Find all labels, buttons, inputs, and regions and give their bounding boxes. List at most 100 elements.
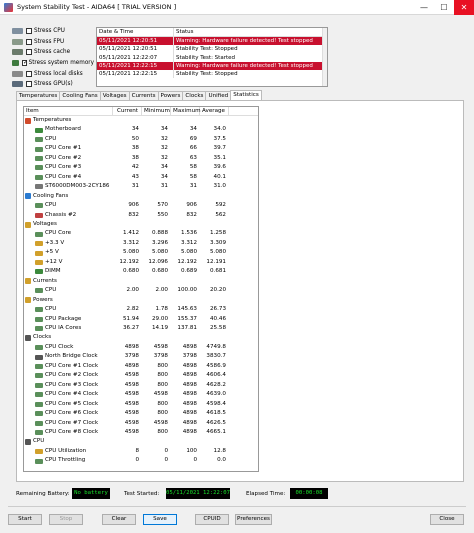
event-log-scrollbar[interactable] [322,28,327,86]
table-row[interactable]: +3.3 V 3.312 3.296 3.312 3.309 [24,239,258,248]
table-row[interactable]: CPU Core #2 38 32 63 35.1 [24,154,258,163]
column-item[interactable]: Item [24,107,113,115]
table-row[interactable]: CPU Core #4 43 34 58 40.1 [24,173,258,182]
table-row[interactable]: CPU Utilization 8 0 100 12.8 [24,447,258,456]
preferences-button[interactable]: Preferences [235,514,272,525]
start-button[interactable]: Start [8,514,42,525]
group-row[interactable]: Currents [24,277,258,286]
table-row[interactable]: DIMM 0.680 0.680 0.689 0.681 [24,267,258,276]
stat-value: 40.46 [209,315,226,322]
stress-option-checkbox[interactable] [22,59,28,67]
cpuid-button[interactable]: CPUID [195,514,229,525]
tab-clocks[interactable]: Clocks [182,91,207,100]
column-average[interactable]: Average [200,107,229,115]
stress-option-checkbox[interactable] [26,70,32,77]
tab-voltages[interactable]: Voltages [99,91,130,100]
motherboard-icon [35,127,43,133]
group-row[interactable]: Powers [24,296,258,305]
group-row[interactable]: Temperatures [24,116,258,125]
event-log-row[interactable]: 05/11/2021 12:20:51 Stability Test: Stopp… [97,45,327,54]
event-log-row[interactable]: 05/11/2021 12:22:15 Warning: Hardware fai… [97,61,327,71]
column-maximum[interactable]: Maximum [171,107,201,115]
table-row[interactable]: CPU Core #4 Clock 4598 4598 4898 4639.0 [24,390,258,399]
clock-icon [25,335,31,342]
table-row[interactable]: CPU Core #2 Clock 4598 800 4898 4606.4 [24,371,258,380]
cpu-core-icon [35,382,43,388]
tab-cooling-fans[interactable]: Cooling Fans [59,91,101,100]
stat-value: 4898 [182,419,197,426]
stat-value: 4639.0 [206,391,226,398]
save-button[interactable]: Save [143,514,177,525]
stat-value: 4898 [124,343,139,350]
voltage-icon [35,260,43,266]
group-row[interactable]: Clocks [24,333,258,342]
stress-option[interactable]: Stress local disks [12,68,94,79]
maximize-button[interactable]: ☐ [434,0,454,15]
tab-statistics[interactable]: Statistics [230,90,262,100]
table-row[interactable]: Motherboard 34 34 34 34.0 [24,125,258,134]
item-name: CPU Core #5 Clock [45,400,99,407]
close-button[interactable]: Close [430,514,464,525]
column-date-time[interactable]: Date & Time [97,28,174,36]
table-row[interactable]: CPU 906 570 906 592 [24,201,258,210]
table-row[interactable]: CPU Core #3 42 34 58 39.6 [24,163,258,172]
item-name: CPU Core #7 Clock [45,419,99,426]
event-log-row[interactable]: 05/11/2021 12:22:15 Stability Test: Stopp… [97,70,327,79]
table-row[interactable]: +12 V 12.192 12.096 12.192 12.191 [24,258,258,267]
tab-currents[interactable]: Currents [128,91,159,100]
column-minimum[interactable]: Minimum [142,107,171,115]
table-row[interactable]: CPU Core #7 Clock 4598 4598 4898 4626.5 [24,419,258,428]
table-row[interactable]: CPU Throttling 0 0 0 0.0 [24,456,258,465]
table-row[interactable]: CPU Core #1 Clock 4898 800 4898 4586.9 [24,362,258,371]
tab-temperatures[interactable]: Temperatures [16,91,61,100]
table-row[interactable]: CPU Core #8 Clock 4598 800 4898 4665.1 [24,428,258,437]
table-row[interactable]: CPU Core #6 Clock 4598 800 4898 4618.5 [24,409,258,418]
stress-option-checkbox[interactable] [26,81,32,88]
stress-option[interactable]: Stress CPU [12,26,94,37]
table-row[interactable]: CPU 50 32 69 37.5 [24,135,258,144]
stress-option-checkbox[interactable] [26,28,32,35]
tab-powers[interactable]: Powers [157,91,184,100]
column-current[interactable]: Current [113,107,142,115]
table-row[interactable]: CPU 2.82 1.78 145.63 26.73 [24,305,258,314]
tab-unified[interactable]: Unified [205,91,232,100]
table-row[interactable]: CPU IA Cores 36.27 14.19 137.81 25.58 [24,324,258,333]
group-row[interactable]: Voltages [24,220,258,229]
table-row[interactable]: CPU 2.00 2.00 100.00 20.20 [24,286,258,295]
stress-option-checkbox[interactable] [26,38,32,45]
group-row[interactable]: Cooling Fans [24,192,258,201]
table-row[interactable]: CPU Core 1.412 0.888 1.536 1.258 [24,229,258,238]
stat-value: 5.080 [151,249,168,256]
table-row[interactable]: CPU Core #1 38 32 66 39.7 [24,144,258,153]
stress-option[interactable]: Stress system memory [12,58,94,69]
stress-option[interactable]: Stress cache [12,47,94,58]
minimize-button[interactable]: — [414,0,434,15]
event-log-row[interactable]: 05/11/2021 12:20:51 Warning: Hardware fai… [97,37,327,46]
stress-option-label: Stress GPU(s) [34,81,73,88]
table-row[interactable]: ST6000DM003-2CY186 31 31 31 31.0 [24,182,258,191]
stat-value: 2.00 [155,287,168,294]
stat-value: 58 [189,173,197,180]
table-row[interactable]: +5 V 5.080 5.080 5.080 5.080 [24,248,258,257]
table-row[interactable]: North Bridge Clock 3798 3798 3798 3830.7 [24,352,258,361]
table-row[interactable]: Chassis #2 832 550 832 562 [24,211,258,220]
stat-value: 4749.8 [206,343,226,350]
table-row[interactable]: CPU Package 51.94 29.00 155.37 40.46 [24,315,258,324]
table-row[interactable]: CPU Core #5 Clock 4598 800 4898 4598.4 [24,400,258,409]
table-row[interactable]: CPU Clock 4898 4598 4898 4749.8 [24,343,258,352]
stop-button[interactable]: Stop [49,514,83,525]
stat-value: 1.536 [180,230,197,237]
close-window-button[interactable]: ✕ [454,0,474,15]
clear-button[interactable]: Clear [102,514,136,525]
event-log-row[interactable]: 05/11/2021 12:22:07 Stability Test: Start… [97,53,327,62]
stat-value: 12.192 [119,258,139,265]
stress-option[interactable]: Stress FPU [12,37,94,48]
stress-option-checkbox[interactable] [26,49,32,56]
group-row[interactable]: CPU [24,437,258,446]
item-name: ST6000DM003-2CY186 [45,183,110,190]
column-status[interactable]: Status [174,28,327,36]
stat-value: 34.0 [213,126,226,133]
voltage-icon [35,250,43,256]
table-row[interactable]: CPU Core #3 Clock 4598 800 4898 4628.2 [24,381,258,390]
stress-option[interactable]: Stress GPU(s) [12,79,94,90]
